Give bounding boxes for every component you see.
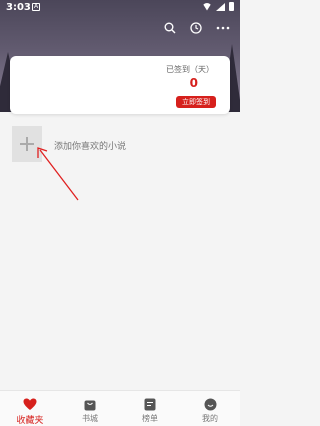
nav-item-bookstore[interactable]: 书城 xyxy=(60,391,120,426)
nav-label-favorites: 收藏夹 xyxy=(16,416,44,426)
nav-item-favorites[interactable]: 收藏夹 xyxy=(0,391,60,426)
nav-item-ranking[interactable]: 榜单 xyxy=(120,391,180,426)
bag-icon xyxy=(84,397,96,411)
smile-icon xyxy=(204,397,217,411)
heart-icon xyxy=(23,397,37,411)
nav-label-ranking: 榜单 xyxy=(142,414,158,423)
bottom-navigation: 收藏夹 书城 榜单 我的 xyxy=(0,390,240,426)
pointer-arrow-icon xyxy=(37,147,79,201)
nav-label-mine: 我的 xyxy=(202,414,218,423)
list-icon xyxy=(144,397,156,411)
nav-label-bookstore: 书城 xyxy=(82,414,98,423)
nav-item-mine[interactable]: 我的 xyxy=(180,391,240,426)
